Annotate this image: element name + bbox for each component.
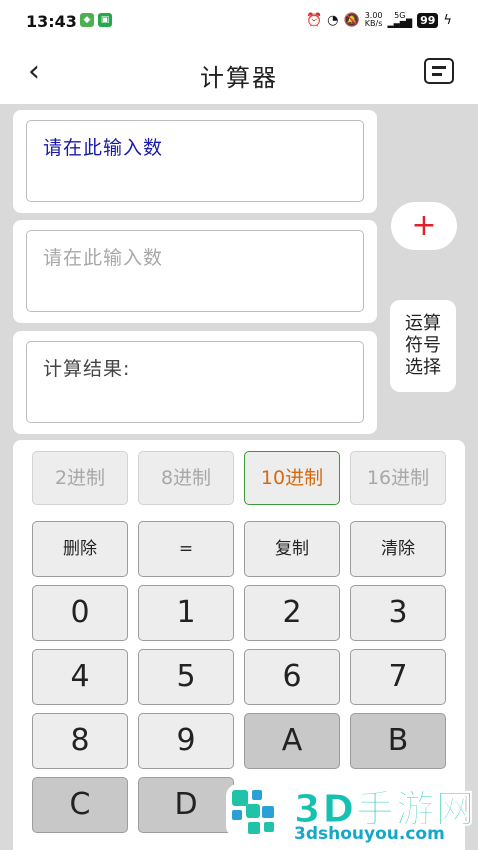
first-number-input[interactable]: 请在此输入数 [26, 120, 364, 202]
copy-button[interactable]: 复制 [244, 521, 340, 577]
digit-2-button[interactable]: 2 [244, 585, 340, 641]
digit-4-button[interactable]: 4 [32, 649, 128, 705]
alarm-icon: ⏰ [305, 12, 323, 28]
digit-8-button[interactable]: 8 [32, 713, 128, 769]
mute-icon: 🔕 [343, 12, 360, 28]
first-number-card: 请在此输入数 [13, 110, 377, 213]
menu-icon[interactable] [424, 58, 454, 84]
signal-icon: 5G ▂▄▆█ [387, 11, 413, 28]
status-time: 13:43 [26, 12, 77, 31]
watermark-url: 3dshouyou.com [294, 824, 445, 844]
operator-select-button[interactable]: 运算符号选择 [390, 300, 456, 392]
status-bar: 13:43 ◆ ▣ ⏰ ◔ 🔕 3.00 KB/s 5G ▂▄▆█ 99 ϟ [0, 0, 478, 44]
second-number-input[interactable]: 请在此输入数 [26, 230, 364, 312]
delete-button[interactable]: 删除 [32, 521, 128, 577]
app-notification-icon: ◆ [80, 13, 94, 27]
charging-icon: ϟ [443, 12, 452, 28]
operator-plus-button[interactable]: + [391, 202, 457, 250]
speed-icon: ◔ [327, 12, 339, 28]
digit-3-button[interactable]: 3 [350, 585, 446, 641]
digit-5-button[interactable]: 5 [138, 649, 234, 705]
network-type: 5G [394, 11, 406, 20]
app-notification-icon-2: ▣ [98, 13, 112, 27]
network-speed: 3.00 KB/s [365, 12, 383, 28]
status-icons: ⏰ ◔ 🔕 3.00 KB/s 5G ▂▄▆█ 99 ϟ [306, 12, 452, 28]
base-2-button[interactable]: 2进制 [32, 451, 128, 505]
clear-button[interactable]: 清除 [350, 521, 446, 577]
page-title: 计算器 [200, 64, 278, 92]
battery-icon: 99 [417, 12, 439, 28]
digit-c-button[interactable]: C [32, 777, 128, 833]
base-10-button[interactable]: 10进制 [244, 451, 340, 505]
watermark-overlay: 3D手游网 3dshouyou.com [216, 772, 478, 850]
digit-6-button[interactable]: 6 [244, 649, 340, 705]
base-8-button[interactable]: 8进制 [138, 451, 234, 505]
title-bar: ‹ 计算器 [0, 44, 478, 104]
second-number-card: 请在此输入数 [13, 220, 377, 323]
network-speed-unit: KB/s [364, 19, 383, 28]
digit-9-button[interactable]: 9 [138, 713, 234, 769]
digit-a-button[interactable]: A [244, 713, 340, 769]
result-display: 计算结果: [26, 341, 364, 423]
equals-button[interactable]: = [138, 521, 234, 577]
result-card: 计算结果: [13, 331, 377, 434]
digit-0-button[interactable]: 0 [32, 585, 128, 641]
digit-b-button[interactable]: B [350, 713, 446, 769]
watermark-logo-icon [226, 784, 280, 838]
digit-1-button[interactable]: 1 [138, 585, 234, 641]
base-16-button[interactable]: 16进制 [350, 451, 446, 505]
digit-7-button[interactable]: 7 [350, 649, 446, 705]
